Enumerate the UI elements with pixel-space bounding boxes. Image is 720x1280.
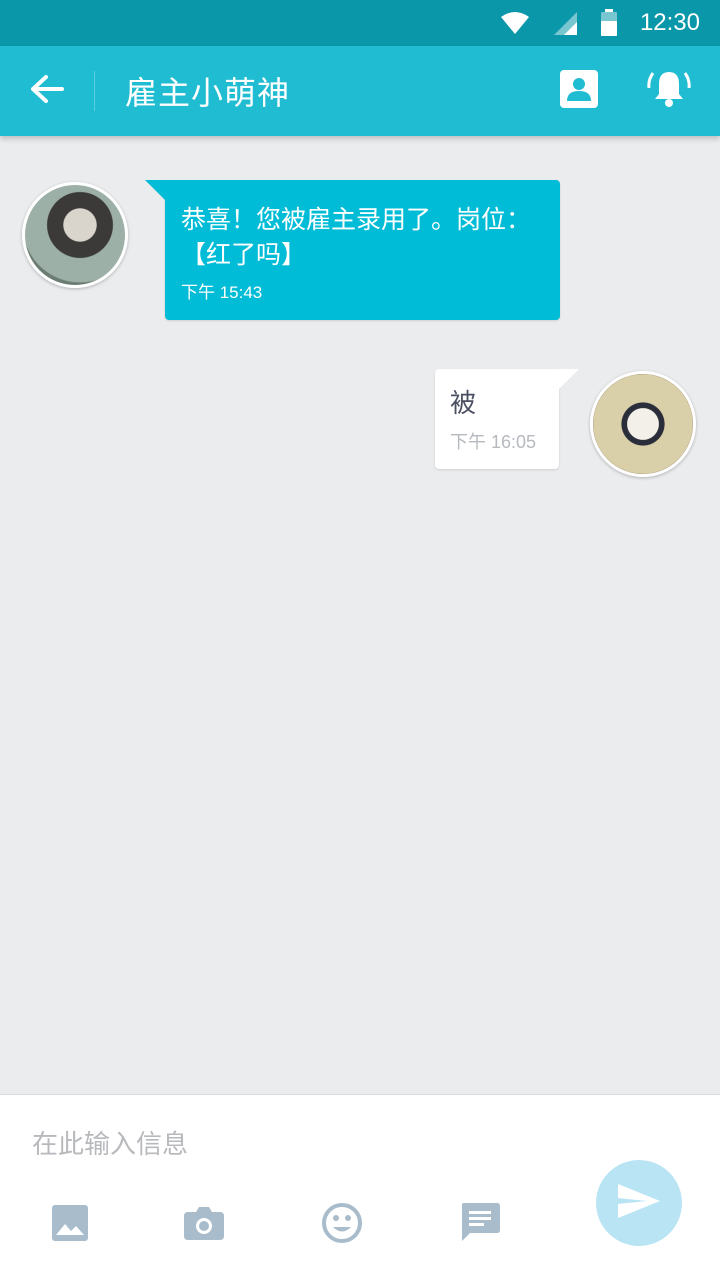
arrow-back-icon: [30, 74, 64, 108]
send-button[interactable]: [596, 1160, 682, 1246]
send-icon: [617, 1183, 661, 1223]
image-icon: [52, 1205, 88, 1245]
signal-icon: [552, 10, 578, 36]
header-divider: [94, 71, 95, 111]
status-bar: 12:30: [0, 0, 720, 46]
image-button[interactable]: [46, 1201, 94, 1249]
emoji-button[interactable]: [318, 1201, 366, 1249]
quick-reply-button[interactable]: [456, 1201, 504, 1249]
contact-card-button[interactable]: [534, 46, 624, 136]
my-avatar[interactable]: [590, 371, 696, 477]
bell-icon: [647, 68, 691, 114]
message-text: 被: [450, 389, 477, 419]
message-time: 下午 16:05: [450, 432, 537, 452]
notification-button[interactable]: [624, 46, 714, 136]
message-text: 恭喜！您被雇主录用了。岗位：【红了吗】: [181, 205, 532, 269]
battery-icon: [600, 9, 618, 37]
contact-card-icon: [560, 70, 598, 112]
sender-avatar[interactable]: [22, 182, 128, 288]
bubble-tail: [559, 369, 579, 389]
message-input[interactable]: [32, 1125, 552, 1165]
status-time: 12:30: [639, 9, 700, 36]
wifi-icon: [500, 11, 530, 35]
app-bar: 雇主小萌神: [0, 46, 720, 136]
camera-icon: [184, 1206, 224, 1244]
emoji-icon: [321, 1202, 363, 1248]
back-button[interactable]: [0, 46, 94, 136]
camera-button[interactable]: [180, 1201, 228, 1249]
bubble-tail: [145, 180, 165, 200]
message-time: 下午 15:43: [181, 283, 263, 302]
composer-panel: [0, 1094, 720, 1280]
chat-area[interactable]: 恭喜！您被雇主录用了。岗位：【红了吗】 下午 15:43 被 下午 16:05: [0, 136, 720, 1094]
incoming-message-bubble[interactable]: 恭喜！您被雇主录用了。岗位：【红了吗】 下午 15:43: [145, 180, 560, 320]
page-title: 雇主小萌神: [125, 74, 291, 112]
quick-reply-icon: [460, 1203, 500, 1247]
outgoing-message-bubble[interactable]: 被 下午 16:05: [435, 369, 579, 469]
